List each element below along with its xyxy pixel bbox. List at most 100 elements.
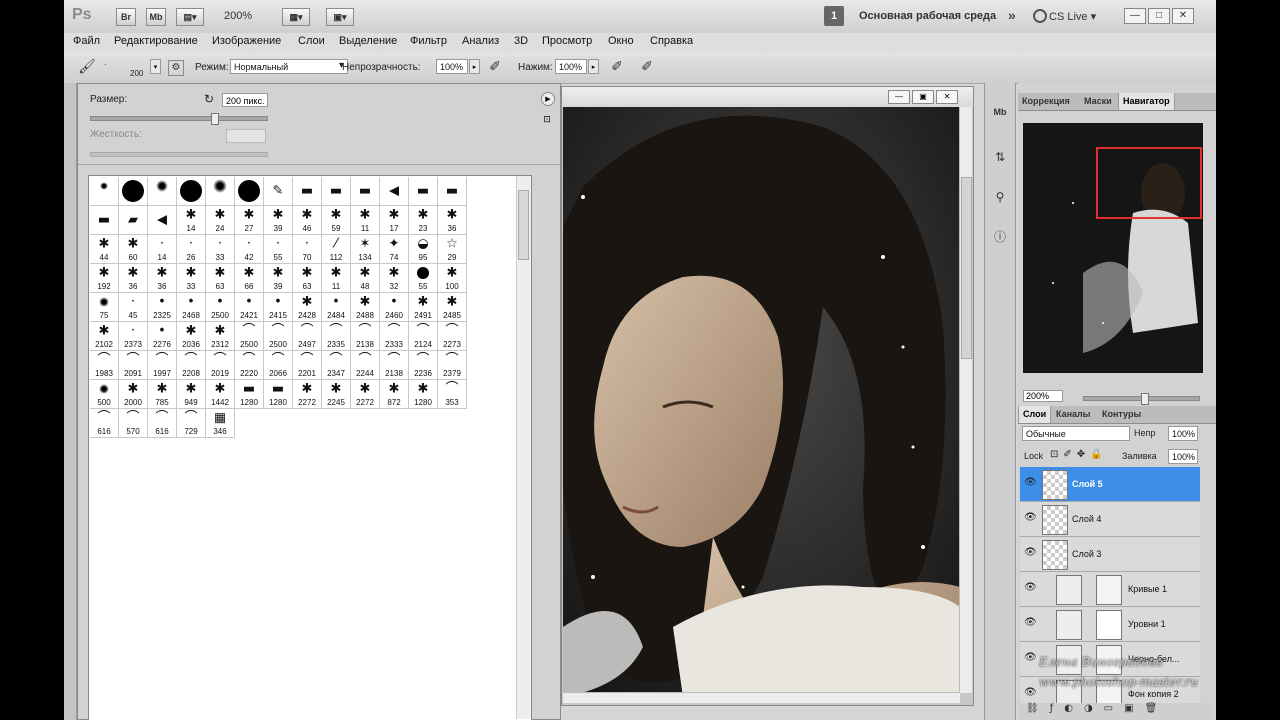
brush-preset[interactable]: ✱ 32	[380, 264, 409, 293]
brush-preset[interactable]: ✱ 39	[264, 264, 293, 293]
layer-row[interactable]: 👁 Уровни 1	[1020, 607, 1200, 642]
brush-preset[interactable]: ▬ 1280	[264, 380, 293, 409]
size-input[interactable]: 200 пикс.	[222, 93, 268, 107]
brush-preset[interactable]: ✱ 24	[206, 206, 235, 235]
layers-footer-icons[interactable]: ⛓ƒ◐◑▭▣🗑	[1020, 703, 1210, 720]
history-panel-icon[interactable]: ⇅	[990, 147, 1010, 167]
tab-layers[interactable]: Слои	[1018, 406, 1052, 423]
brush-preset[interactable]: ✱ 36	[438, 206, 467, 235]
menu-view[interactable]: Просмотр	[542, 35, 592, 47]
eye-icon[interactable]: 👁	[1024, 687, 1037, 698]
brush-preset[interactable]: ⌒ 2333	[380, 322, 409, 351]
brush-preset[interactable]: ✱ 100	[438, 264, 467, 293]
brush-preset[interactable]: ⌒ 2201	[293, 351, 322, 380]
document-horizontal-scrollbar[interactable]	[563, 692, 960, 703]
hardness-input[interactable]	[226, 129, 266, 143]
arrange-documents-button[interactable]: ▦▾	[282, 8, 310, 26]
doc-minimize-icon[interactable]: —	[888, 90, 910, 104]
navigator-zoom-input[interactable]: 200%	[1023, 390, 1063, 402]
brush-preset[interactable]: ✶ 134	[351, 235, 380, 264]
document-vertical-scrollbar[interactable]	[959, 107, 972, 693]
size-slider-thumb[interactable]	[211, 113, 219, 125]
brush-preset[interactable]: ✱ 60	[119, 235, 148, 264]
view-extras-button[interactable]: ▤▾	[176, 8, 204, 26]
brush-preset[interactable]: ⌒ 729	[177, 409, 206, 438]
chevron-right-icon[interactable]: »	[1008, 7, 1016, 23]
tablet-size-icon[interactable]: ✐	[638, 58, 656, 76]
brush-preset[interactable]: ✦ 74	[380, 235, 409, 264]
minibridge-button[interactable]: Mb	[146, 8, 166, 26]
maximize-icon[interactable]: □	[1148, 8, 1170, 24]
brush-preset[interactable]: ✱ 11	[351, 206, 380, 235]
brush-preset[interactable]: · 45	[119, 293, 148, 322]
layer-blend-mode-select[interactable]: Обычные	[1022, 426, 1130, 441]
collapsed-panel-strip[interactable]	[64, 83, 77, 720]
brush-preset[interactable]: ✱ 2000	[119, 380, 148, 409]
brush-preset[interactable]: ⌒ 2244	[351, 351, 380, 380]
brush-preset[interactable]: ▬ 1280	[235, 380, 264, 409]
brush-preset[interactable]: ▦ 346	[206, 409, 235, 438]
eye-icon[interactable]: 👁	[1024, 617, 1037, 628]
brush-preset[interactable]: · 42	[235, 235, 264, 264]
brush-preset[interactable]: ✱ 11	[322, 264, 351, 293]
layer-row[interactable]: 👁 Слой 4	[1020, 502, 1200, 537]
brush-preset[interactable]: • 2484	[322, 293, 351, 322]
hardness-slider[interactable]	[90, 152, 268, 157]
brush-preset[interactable]: ◒ 95	[409, 235, 438, 264]
info-icon[interactable]: ⓘ	[990, 227, 1010, 247]
brush-preset[interactable]: ▬	[351, 177, 380, 206]
brush-preset[interactable]: ⁄ 112	[322, 235, 351, 264]
brush-preset[interactable]: ⌒ 570	[119, 409, 148, 438]
scrollbar-thumb[interactable]	[961, 177, 972, 359]
brush-preset[interactable]	[148, 177, 177, 206]
brush-tool-icon[interactable]: 🖌	[78, 58, 96, 76]
brush-preset[interactable]: ⌒ 353	[438, 380, 467, 409]
eye-icon[interactable]: 👁	[1024, 652, 1037, 663]
workspace-name[interactable]: Основная рабочая среда	[859, 10, 996, 22]
brush-preset[interactable]: • 2460	[380, 293, 409, 322]
canvas-photo[interactable]	[563, 107, 960, 697]
brush-preset[interactable]: ☆ 29	[438, 235, 467, 264]
opacity-input[interactable]: 100%	[436, 59, 468, 74]
brush-preset[interactable]: · 2373	[119, 322, 148, 351]
reset-size-icon[interactable]: ↻	[204, 92, 214, 106]
brush-preset[interactable]: ◀	[148, 206, 177, 235]
tablet-opacity-icon[interactable]: ✐	[486, 58, 504, 76]
brush-preset-preview[interactable]: ·	[104, 60, 107, 69]
brush-preset[interactable]: ⌒ 1997	[148, 351, 177, 380]
brush-preset[interactable]: ⌒ 2500	[235, 322, 264, 351]
brush-preset[interactable]: · 26	[177, 235, 206, 264]
brush-preset[interactable]: • 2468	[177, 293, 206, 322]
brush-preset[interactable]: ✱ 2488	[351, 293, 380, 322]
eye-icon[interactable]: 👁	[1024, 547, 1037, 558]
close-icon[interactable]: ✕	[1172, 8, 1194, 24]
brush-preset[interactable]: • 2500	[206, 293, 235, 322]
brush-preset[interactable]: ⌒ 616	[90, 409, 119, 438]
brush-preset[interactable]: ▬	[438, 177, 467, 206]
brush-preset[interactable]: ⌒ 2066	[264, 351, 293, 380]
cs-live-button[interactable]: CS Live ▾	[1033, 9, 1096, 23]
navigator-slider-thumb[interactable]	[1141, 393, 1149, 405]
screen-mode-button[interactable]: ▣▾	[326, 8, 354, 26]
lock-icons[interactable]: ⊡✐✥🔒	[1050, 449, 1108, 460]
fill-input[interactable]: 100%	[1168, 449, 1198, 464]
brush-preset[interactable]: ▬	[90, 206, 119, 235]
menu-window[interactable]: Окно	[608, 35, 634, 47]
brush-preset[interactable]: ✱ 36	[148, 264, 177, 293]
menu-help[interactable]: Справка	[650, 35, 693, 47]
brush-preset[interactable]: · 55	[264, 235, 293, 264]
brush-preset-dropdown[interactable]: ▾	[150, 59, 161, 74]
brush-preset[interactable]: ⌒ 2335	[322, 322, 351, 351]
brush-preset[interactable]: ✱ 785	[148, 380, 177, 409]
bridge-button[interactable]: Br	[116, 8, 136, 26]
brush-preset[interactable]: ✱ 66	[235, 264, 264, 293]
usb-icon[interactable]: ⚲	[990, 187, 1010, 207]
flow-input[interactable]: 100%	[555, 59, 587, 74]
brush-preset[interactable]: ✱ 192	[90, 264, 119, 293]
layer-opacity-input[interactable]: 100%	[1168, 426, 1198, 441]
brush-preset[interactable]: ✱ 14	[177, 206, 206, 235]
brush-preset[interactable]: • 2421	[235, 293, 264, 322]
brush-preset[interactable]: ⌒ 2208	[177, 351, 206, 380]
brush-preset[interactable]: ✱ 59	[322, 206, 351, 235]
brush-preset[interactable]: ⌒ 2138	[351, 322, 380, 351]
